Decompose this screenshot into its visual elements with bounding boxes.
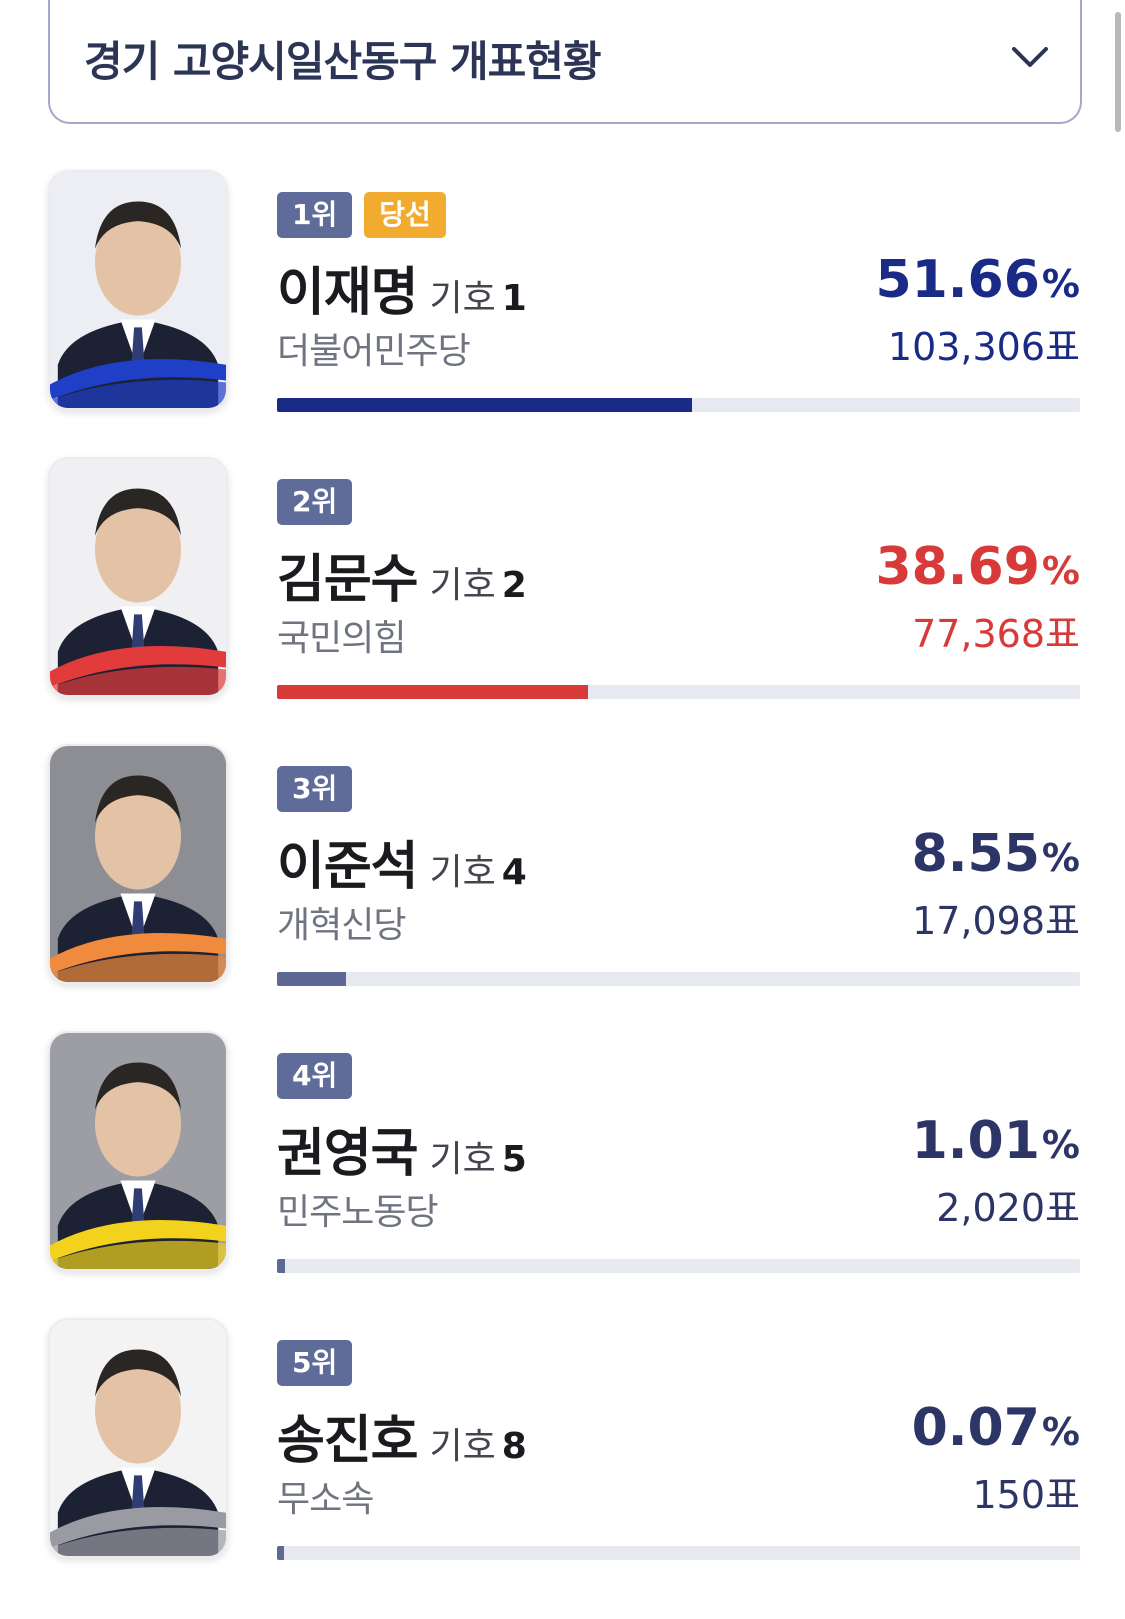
ballot-number-label: 기호 [429,565,496,606]
ballot-number: 8 [501,1426,527,1467]
percent-unit: % [1041,1123,1080,1167]
percent-unit: % [1041,836,1080,880]
candidate-photo [48,1031,228,1271]
percent-unit: % [1041,262,1080,306]
ballot-number: 2 [501,565,527,606]
vote-percent: 0.07 [911,1398,1040,1458]
vote-count: 77,368표 [912,612,1080,656]
percent-unit: % [1041,1410,1080,1454]
party-name: 개혁신당 [277,905,406,946]
rank-badge: 1위 [277,192,353,238]
page-title: 경기 고양시일산동구 개표현황 [84,37,602,86]
district-select[interactable]: 경기 고양시일산동구 개표현황 [48,0,1082,124]
party-name: 무소속 [277,1479,374,1520]
candidate-photo [48,1318,228,1558]
candidate-name: 이준석 [277,837,419,897]
vote-share-fill [277,398,692,412]
percent-unit: % [1041,549,1080,593]
candidate-row[interactable]: 1위 당선 이재명 기호 1 더불어민주당 51.66% 103,306표 [0,170,1125,430]
candidate-row[interactable]: 4위 권영국 기호 5 민주노동당 1.01% 2,020표 [0,1031,1125,1291]
scrollbar[interactable] [1115,12,1121,132]
rank-badge: 2위 [277,479,353,525]
vote-share-bar [277,1546,1080,1560]
party-name: 국민의힘 [277,618,406,659]
candidate-row[interactable]: 2위 김문수 기호 2 국민의힘 38.69% 77,368표 [0,457,1125,717]
candidate-photo [48,457,228,697]
vote-count: 17,098표 [912,899,1080,943]
vote-count: 2,020표 [936,1186,1080,1230]
candidate-row[interactable]: 5위 송진호 기호 8 무소속 0.07% 150표 [0,1318,1125,1578]
vote-percent: 51.66 [875,250,1040,310]
ballot-number-label: 기호 [429,1426,496,1467]
vote-share-bar [277,972,1080,986]
ballot-number: 1 [501,278,527,319]
vote-share-fill [277,972,346,986]
winner-badge: 당선 [364,192,446,238]
rank-badge: 4위 [277,1053,353,1099]
vote-share-fill [277,685,588,699]
vote-share-fill [277,1546,285,1560]
candidate-name: 이재명 [277,263,419,323]
chevron-down-icon[interactable] [1010,44,1050,70]
vote-share-bar [277,1259,1080,1273]
vote-percent: 1.01 [911,1111,1040,1171]
vote-share-fill [277,1259,286,1273]
ballot-number-label: 기호 [429,278,496,319]
vote-share-bar [277,398,1080,412]
candidate-name: 송진호 [277,1411,419,1471]
party-name: 민주노동당 [277,1192,439,1233]
candidate-name: 김문수 [277,550,419,610]
candidate-row[interactable]: 3위 이준석 기호 4 개혁신당 8.55% 17,098표 [0,744,1125,1004]
ballot-number: 5 [501,1139,527,1180]
vote-count: 150표 [972,1473,1081,1517]
ballot-number-label: 기호 [429,852,496,893]
ballot-number: 4 [501,852,527,893]
rank-badge: 5위 [277,1340,353,1386]
ballot-number-label: 기호 [429,1139,496,1180]
candidate-photo [48,170,228,410]
vote-percent: 38.69 [875,537,1040,597]
candidate-photo [48,744,228,984]
candidate-name: 권영국 [277,1124,419,1184]
vote-percent: 8.55 [911,824,1040,884]
party-name: 더불어민주당 [277,331,471,372]
vote-share-bar [277,685,1080,699]
rank-badge: 3위 [277,766,353,812]
vote-count: 103,306표 [887,325,1080,369]
